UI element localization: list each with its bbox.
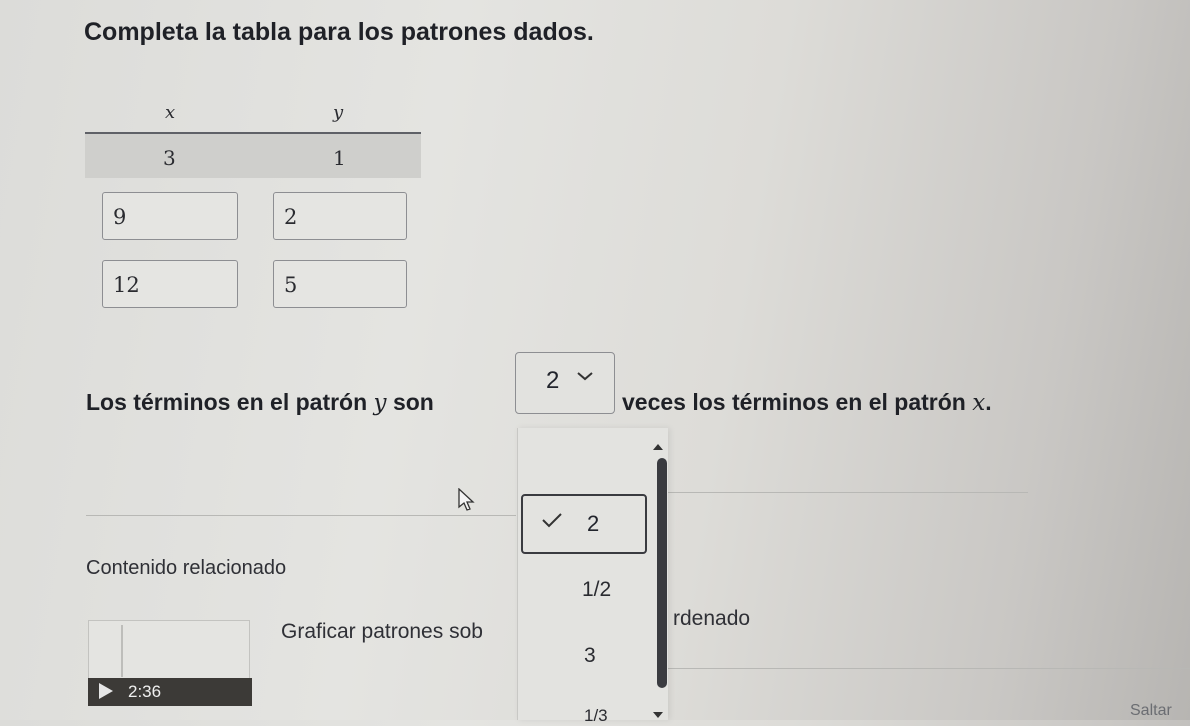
option-label: 1/2 [582, 578, 612, 601]
mouse-cursor-icon [458, 487, 476, 517]
sentence-start: Los términos en el patrón y son [86, 389, 434, 416]
sentence-end: veces los términos en el patrón x. [622, 389, 992, 416]
video-duration: 2:36 [128, 682, 162, 701]
cell-x: 3 [163, 146, 176, 170]
input-y-row3[interactable]: 5 [273, 260, 407, 308]
table-row: 3 1 [85, 134, 421, 178]
table-header: x y [85, 96, 421, 134]
dropdown-value: 2 [546, 367, 560, 394]
divider [86, 515, 516, 516]
video-duration-bar[interactable]: 2:36 [88, 678, 252, 706]
option-label: 3 [584, 644, 596, 667]
scroll-down-icon[interactable] [652, 710, 664, 722]
multiplier-dropdown[interactable]: 2 [515, 352, 615, 414]
input-y-row2[interactable]: 2 [273, 192, 407, 240]
option-label: 1/3 [584, 706, 608, 725]
divider [668, 492, 1028, 493]
skip-button[interactable]: Saltar [1130, 702, 1172, 720]
chevron-down-icon [576, 369, 594, 387]
dropdown-scrollbar[interactable] [657, 458, 667, 688]
divider [668, 668, 1190, 669]
dropdown-listbox[interactable]: 2 1/2 3 1/3 [517, 428, 668, 725]
related-content-heading: Contenido relacionado [86, 557, 287, 579]
video-title-link-continued[interactable]: rdenado [673, 607, 750, 631]
scroll-up-icon[interactable] [652, 442, 664, 454]
math-var-y: y [373, 390, 387, 416]
input-x-row2[interactable]: 9 [102, 192, 238, 240]
pattern-table: x y 3 1 [85, 96, 421, 178]
header-y: y [333, 102, 344, 123]
play-icon [98, 682, 114, 705]
check-icon [541, 508, 563, 536]
video-title-link[interactable]: Graficar patrones sob [281, 620, 483, 644]
dropdown-option-selected[interactable]: 2 [521, 494, 647, 554]
input-x-row3[interactable]: 12 [102, 260, 238, 308]
option-label: 2 [587, 511, 600, 536]
page-title: Completa la tabla para los patrones dado… [84, 18, 594, 46]
header-x: x [165, 102, 176, 123]
math-var-x: x [972, 390, 986, 416]
cell-y: 1 [333, 146, 346, 170]
